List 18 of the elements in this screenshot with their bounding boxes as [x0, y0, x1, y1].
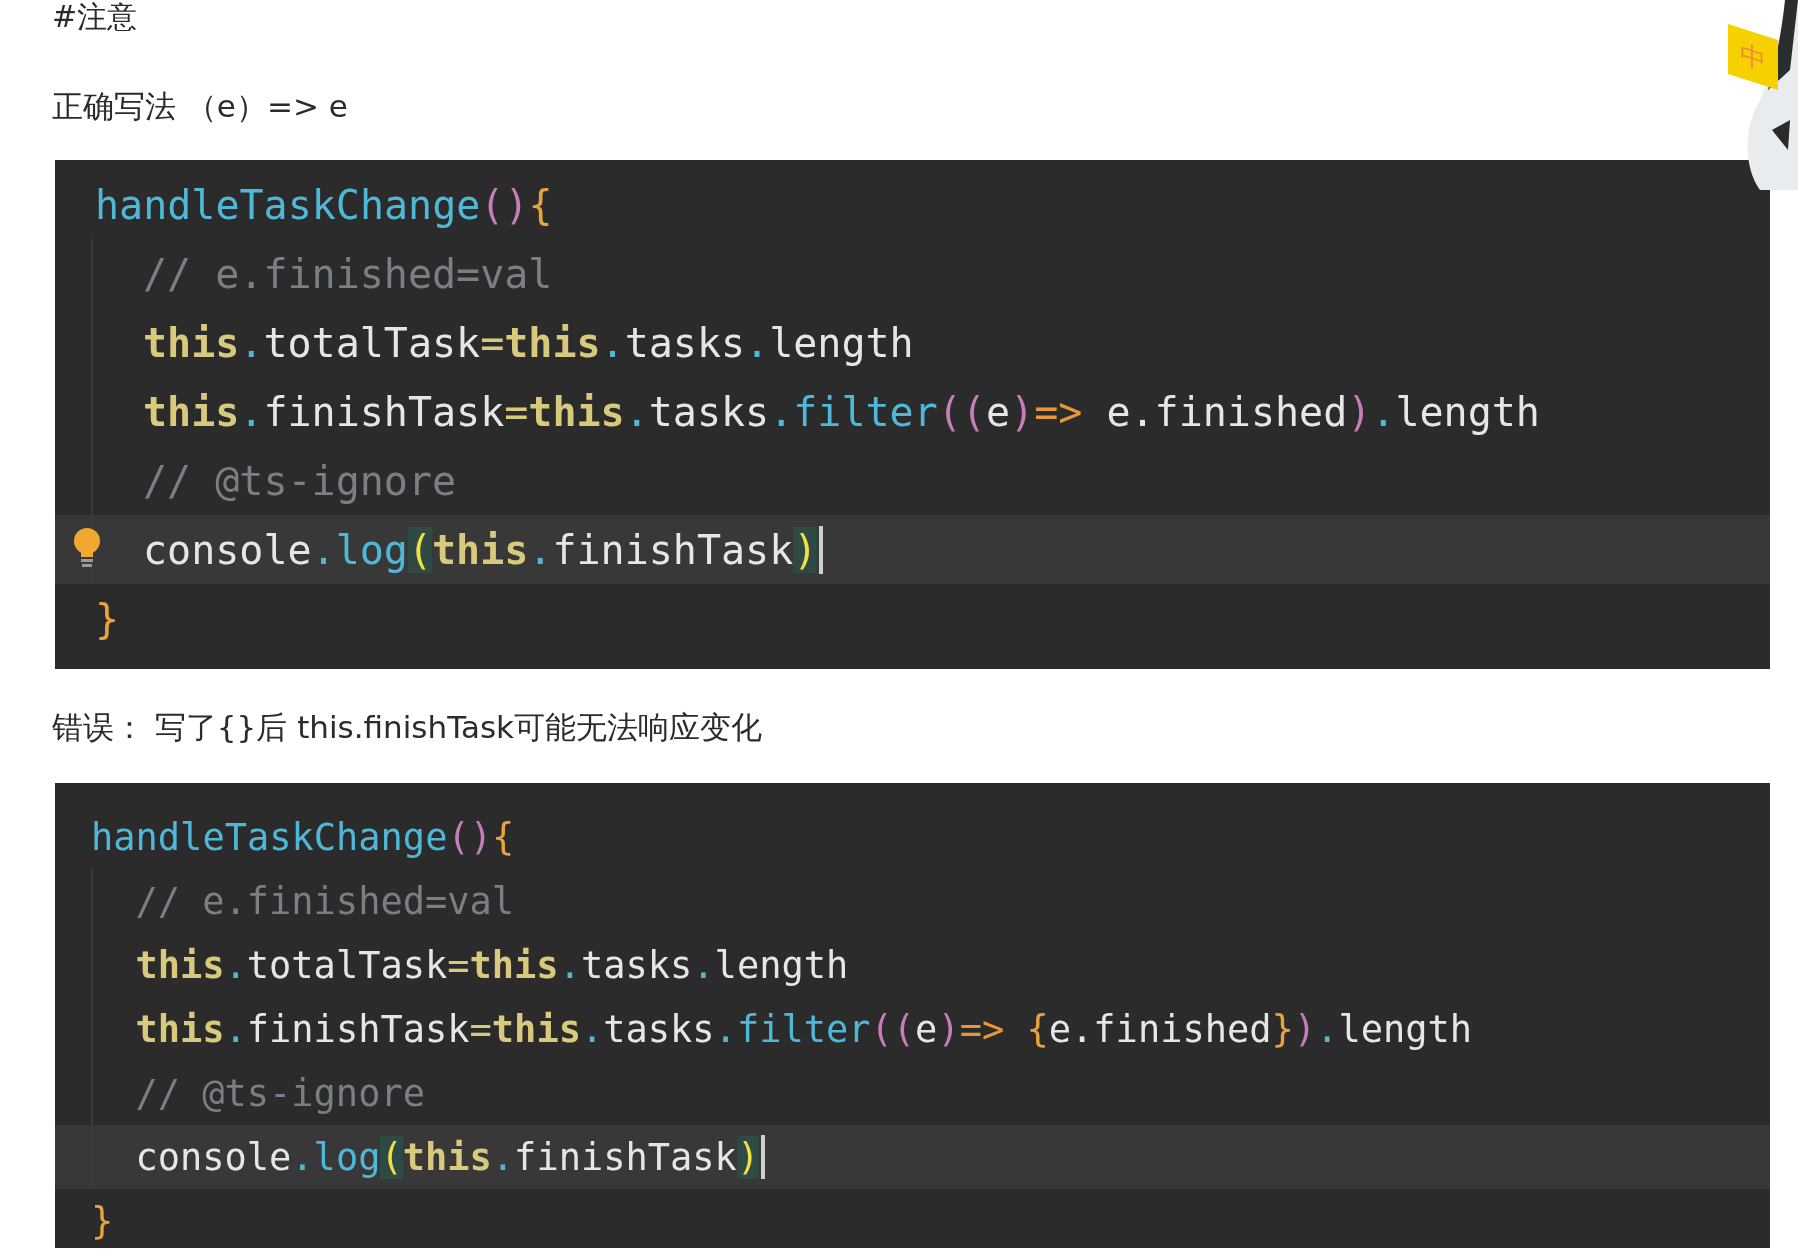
code-line: } [95, 595, 120, 642]
paragraph: 正确写法 （e）=> e [52, 87, 348, 126]
code-line: // @ts-ignore [142, 457, 457, 504]
code-line: // @ts-ignore [134, 1071, 425, 1115]
code-line: this.totalTask=this.tasks.length [134, 943, 849, 987]
code-line: handleTaskChange(){ [95, 181, 553, 228]
code-line: this.finishTask=this.tasks.filter((e)=> e.finished).length [142, 388, 1540, 435]
heading: #注意 [52, 0, 138, 34]
code-line: // e.finished=val [134, 879, 515, 923]
code-line: this.finishTask=this.tasks.filter((e)=> {e.finished}).length [134, 1007, 1473, 1051]
lightbulb-icon[interactable] [72, 527, 102, 569]
code-line: } [91, 1199, 114, 1243]
code-line: handleTaskChange(){ [91, 815, 515, 859]
paragraph: 错误： 写了{}后 this.finishTask可能无法响应变化 [52, 708, 763, 747]
code-line: this.totalTask=this.tasks.length [142, 319, 914, 366]
code-line: console.log(this.finishTask) [134, 1135, 760, 1179]
code-line: // e.finished=val [142, 250, 553, 297]
ime-badge[interactable]: 中 [1728, 23, 1778, 91]
